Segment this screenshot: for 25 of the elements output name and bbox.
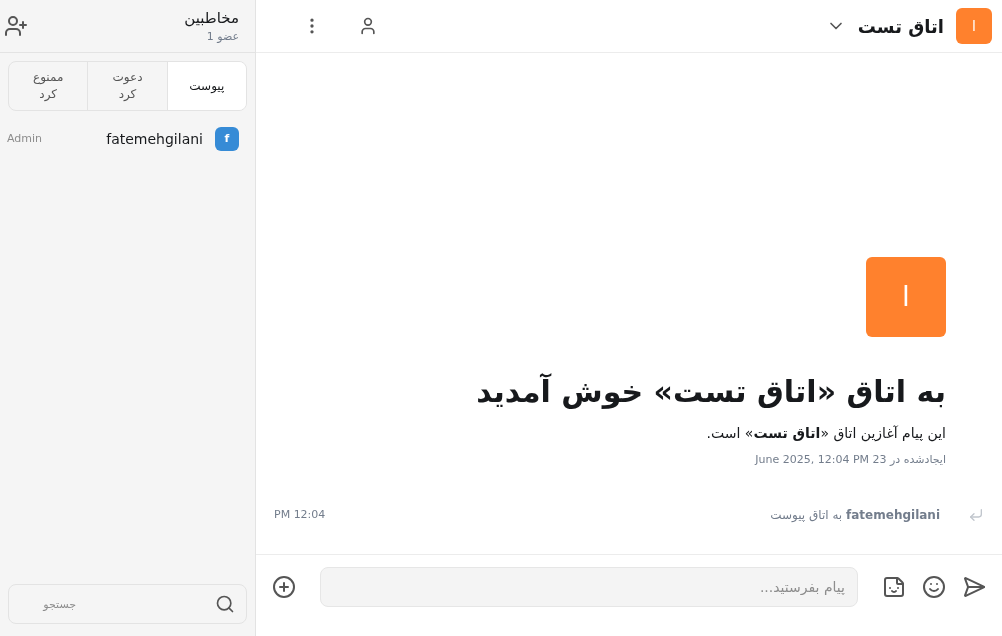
search-field[interactable]: جستجو: [8, 584, 247, 624]
send-icon[interactable]: [962, 574, 986, 599]
invite-user-icon[interactable]: [4, 14, 28, 38]
member-avatar: f: [215, 127, 239, 151]
sidebar-title: مخاطبین: [184, 7, 239, 29]
member-count: 1 عضو: [205, 29, 239, 45]
room-title[interactable]: اتاق تست: [857, 12, 944, 40]
welcome-intro: این پیام آغازین اتاق «اتاق تست» است.: [705, 423, 946, 444]
return-arrow-icon: [968, 507, 984, 523]
emoji-icon[interactable]: [922, 574, 946, 599]
add-icon[interactable]: [272, 574, 296, 599]
member-tab[interactable]: دعوت کرد: [88, 62, 168, 110]
message-input[interactable]: پیام بفرستید...: [320, 566, 858, 607]
search-icon: [215, 594, 235, 614]
room-avatar: ا: [956, 8, 992, 44]
member-tab[interactable]: ممنوع کرد: [9, 62, 89, 110]
room-avatar-large: ا: [866, 257, 946, 337]
created-timestamp: ایجادشده در 23 June 2025, 12:04 PM: [753, 451, 946, 468]
person-icon[interactable]: [358, 16, 378, 36]
sticker-icon[interactable]: [882, 574, 906, 599]
welcome-heading: به اتاق «اتاق تست» خوش آمدید: [475, 373, 946, 411]
event-time: 12:04 PM: [274, 506, 326, 523]
member-name[interactable]: fatemehgilani: [106, 128, 203, 150]
member-role: Admin: [7, 130, 43, 147]
member-tab[interactable]: پیوست: [167, 62, 246, 110]
